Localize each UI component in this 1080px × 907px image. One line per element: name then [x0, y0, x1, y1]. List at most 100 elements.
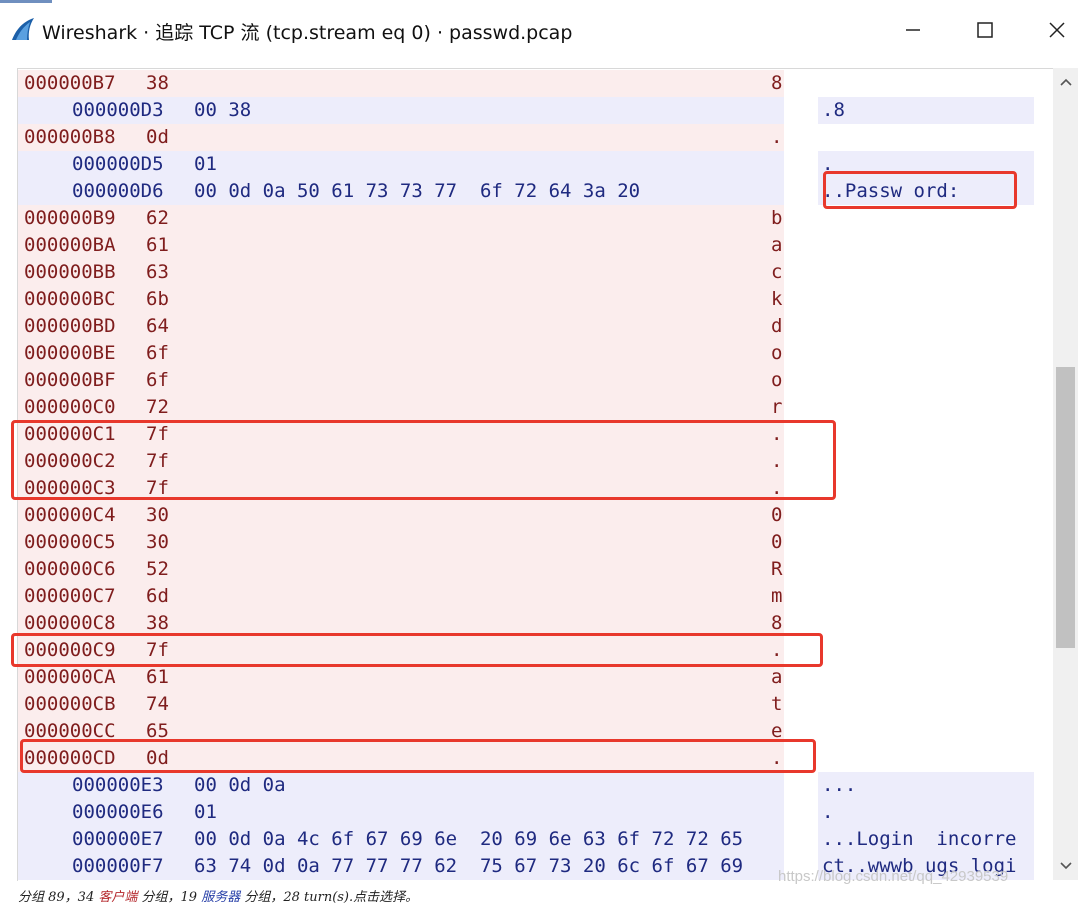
client-data-row[interactable]: 000000B8 0d. — [18, 124, 1054, 151]
row-ascii: b — [771, 207, 783, 229]
row-background — [18, 367, 784, 394]
row-hex: 01 — [194, 801, 217, 823]
scroll-down-button[interactable] — [1053, 854, 1078, 878]
row-ascii: t — [771, 693, 783, 715]
client-data-row[interactable]: 000000C4 30 0 — [18, 502, 1054, 529]
server-data-row[interactable]: 000000D3 00 38 .8 — [18, 97, 1054, 124]
row-background — [18, 232, 784, 259]
row-offset: 000000BA — [24, 234, 116, 256]
row-hex: 52 — [146, 558, 169, 580]
server-data-row[interactable]: 000000E6 01. — [18, 799, 1054, 826]
row-background — [18, 259, 784, 286]
row-offset: 000000B7 — [24, 72, 116, 94]
scroll-up-button[interactable] — [1053, 70, 1078, 94]
row-background — [18, 664, 784, 691]
client-data-row[interactable]: 000000CB 74 t — [18, 691, 1054, 718]
client-data-row[interactable]: 000000BC 6b k — [18, 286, 1054, 313]
window-title: Wireshark · 追踪 TCP 流 (tcp.stream eq 0) ·… — [42, 22, 573, 44]
row-ascii: 0 — [771, 504, 783, 526]
status-suffix: 分组，28 turn(s).点击选择。 — [240, 890, 419, 905]
row-ascii: . — [822, 801, 834, 823]
row-background — [18, 394, 784, 421]
ascii-background — [818, 97, 1034, 124]
row-offset: 000000B8 — [24, 126, 116, 148]
maximize-button[interactable] — [962, 10, 1008, 50]
row-offset: 000000BE — [24, 342, 116, 364]
row-offset: 000000CA — [24, 666, 116, 688]
row-hex: 00 38 — [194, 99, 252, 121]
client-data-row[interactable]: 000000C7 6d m — [18, 583, 1054, 610]
row-hex: 63 — [146, 261, 169, 283]
row-background — [18, 313, 784, 340]
row-ascii: 8 — [771, 612, 783, 634]
status-server-label: 服务器 — [201, 890, 241, 905]
close-button[interactable] — [1034, 10, 1080, 50]
row-offset: 000000D3 — [72, 99, 164, 121]
client-data-row[interactable]: 000000B7 38 8 — [18, 70, 1054, 97]
row-ascii: o — [771, 369, 783, 391]
row-hex: 00 0d 0a — [194, 774, 286, 796]
client-data-row[interactable]: 000000C6 52 R — [18, 556, 1054, 583]
row-offset: 000000C7 — [24, 585, 116, 607]
scrollbar-thumb[interactable] — [1056, 367, 1075, 648]
wireshark-fin-icon — [12, 18, 34, 40]
client-data-row[interactable]: 000000C0 72 r — [18, 394, 1054, 421]
row-hex: 72 — [146, 396, 169, 418]
row-hex: 6f — [146, 342, 169, 364]
highlight-del-char-c9 — [11, 633, 823, 667]
row-ascii: r — [771, 396, 783, 418]
client-data-row[interactable]: 000000BD 64 d — [18, 313, 1054, 340]
client-data-row[interactable]: 000000C5 30 0 — [18, 529, 1054, 556]
client-data-row[interactable]: 000000BF 6f o — [18, 367, 1054, 394]
row-background — [18, 124, 784, 151]
row-hex: 74 — [146, 693, 169, 715]
row-offset: 000000BF — [24, 369, 116, 391]
row-background — [18, 529, 784, 556]
status-client-label: 客户端 — [98, 890, 138, 905]
status-prefix: 分组 89，34 — [18, 890, 99, 905]
row-hex: 61 — [146, 666, 169, 688]
highlight-password-prompt — [823, 171, 1017, 209]
minimize-button[interactable] — [890, 10, 936, 50]
row-offset: 000000BC — [24, 288, 116, 310]
title-accent-line — [0, 0, 52, 3]
row-hex: 6f — [146, 369, 169, 391]
watermark: https://blog.csdn.net/qq_42939539 — [778, 868, 1009, 885]
highlight-del-chars-c1-c3 — [11, 420, 836, 500]
ascii-background — [818, 799, 1034, 826]
row-ascii: . — [771, 126, 783, 148]
client-data-row[interactable]: 000000BA 61 a — [18, 232, 1054, 259]
row-offset: 000000BD — [24, 315, 116, 337]
status-mid: 分组，19 — [137, 890, 202, 905]
row-background — [18, 556, 784, 583]
row-background — [18, 340, 784, 367]
client-data-row[interactable]: 000000B9 62 b — [18, 205, 1054, 232]
highlight-cr-cd — [20, 739, 816, 773]
row-hex: 6b — [146, 288, 169, 310]
maximize-icon — [977, 22, 993, 38]
chevron-down-icon — [1059, 862, 1072, 870]
row-hex: 0d — [146, 126, 169, 148]
status-bar[interactable]: 分组 89，34 客户端 分组，19 服务器 分组，28 turn(s).点击选… — [18, 886, 418, 905]
client-data-row[interactable]: 000000CA 61 a — [18, 664, 1054, 691]
row-ascii: ...Login incorre — [822, 828, 1017, 850]
row-hex: 01 — [194, 153, 217, 175]
row-background — [18, 502, 784, 529]
row-hex: 61 — [146, 234, 169, 256]
row-offset: 000000B9 — [24, 207, 116, 229]
row-offset: 000000D6 — [72, 180, 164, 202]
row-offset: 000000E6 — [72, 801, 164, 823]
chevron-up-icon — [1059, 78, 1072, 86]
client-data-row[interactable]: 000000BB 63 c — [18, 259, 1054, 286]
row-offset: 000000C6 — [24, 558, 116, 580]
vertical-scrollbar[interactable] — [1053, 68, 1078, 880]
row-offset: 000000E7 — [72, 828, 164, 850]
server-data-row[interactable]: 000000E3 00 0d 0a... — [18, 772, 1054, 799]
row-background — [18, 691, 784, 718]
row-ascii: m — [771, 585, 783, 607]
server-data-row[interactable]: 000000E7 00 0d 0a 4c 6f 67 69 6e 20 69 6e… — [18, 826, 1054, 853]
client-data-row[interactable]: 000000BE 6f o — [18, 340, 1054, 367]
row-hex: 63 74 0d 0a 77 77 77 62 75 67 73 20 6c 6… — [194, 855, 744, 877]
row-ascii: 0 — [771, 531, 783, 553]
row-hex: 6d — [146, 585, 169, 607]
